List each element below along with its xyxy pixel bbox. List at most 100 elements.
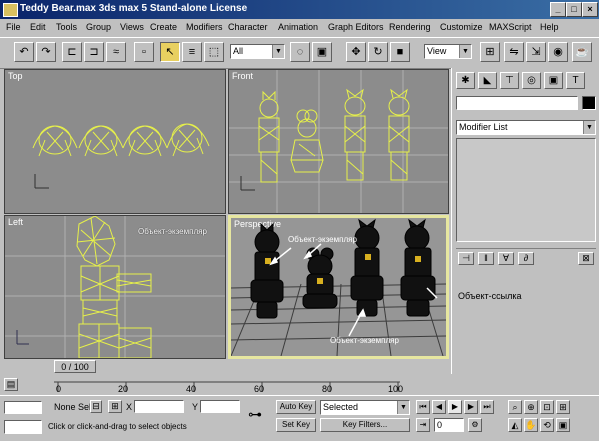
object-color-swatch[interactable] bbox=[582, 96, 596, 110]
pin-stack-icon[interactable]: ⊣ bbox=[458, 252, 474, 265]
undo-icon[interactable]: ↶ bbox=[14, 42, 34, 62]
scale-icon[interactable]: ■ bbox=[390, 42, 410, 62]
menu-create[interactable]: Create bbox=[150, 22, 177, 32]
x-label: X bbox=[126, 402, 133, 412]
current-frame-field[interactable]: 0 bbox=[434, 418, 464, 432]
hierarchy-tab-icon[interactable]: ⊤ bbox=[500, 72, 519, 89]
time-slider-thumb[interactable]: 0 / 100 bbox=[54, 360, 96, 373]
prev-frame-icon[interactable]: ◀ bbox=[432, 400, 446, 414]
current-frame-value: 0 bbox=[437, 420, 443, 430]
app-icon bbox=[3, 3, 18, 17]
absolute-mode-icon[interactable]: ⊞ bbox=[108, 400, 122, 413]
play-icon[interactable]: ▶ bbox=[448, 400, 462, 414]
select-region-icon[interactable]: ◌ bbox=[290, 42, 310, 62]
menu-tools[interactable]: Tools bbox=[56, 22, 77, 32]
motion-tab-icon[interactable]: ◎ bbox=[522, 72, 541, 89]
window-title: Teddy Bear.max 3ds max 5 Stand-alone Lic… bbox=[20, 3, 248, 14]
close-button[interactable]: × bbox=[582, 2, 598, 17]
goto-start-icon[interactable]: ⏮ bbox=[416, 400, 430, 414]
object-name-field[interactable] bbox=[456, 96, 578, 110]
select-pointer-icon[interactable]: ↖ bbox=[160, 42, 180, 62]
zoom-extents-all-icon[interactable]: ⊞ bbox=[556, 400, 570, 414]
menu-bar: File Edit Tools Group Views Create Modif… bbox=[0, 19, 599, 36]
modify-tab-icon[interactable]: ◣ bbox=[478, 72, 497, 89]
render-teapot-icon[interactable]: ☕ bbox=[572, 42, 592, 62]
rectangular-selection-icon[interactable]: ⬚ bbox=[204, 42, 224, 62]
time-config-icon[interactable]: ⚙ bbox=[468, 418, 482, 432]
redo-icon[interactable]: ↷ bbox=[36, 42, 56, 62]
bear-wireframe-front-4 bbox=[388, 88, 410, 181]
viewport-top[interactable]: Top bbox=[4, 69, 226, 214]
auto-key-button[interactable]: Auto Key bbox=[276, 400, 316, 414]
selection-filter-dropdown[interactable]: All ▼ bbox=[230, 44, 285, 59]
menu-rendering[interactable]: Rendering bbox=[389, 22, 431, 32]
field-of-view-icon[interactable]: ◭ bbox=[508, 418, 522, 432]
menu-customize[interactable]: Customize bbox=[440, 22, 483, 32]
utilities-tab-icon[interactable]: T bbox=[566, 72, 585, 89]
menu-views[interactable]: Views bbox=[120, 22, 144, 32]
menu-animation[interactable]: Animation bbox=[278, 22, 318, 32]
align-icon[interactable]: ⇲ bbox=[526, 42, 546, 62]
menu-graph-editors[interactable]: Graph Editors bbox=[328, 22, 384, 32]
menu-group[interactable]: Group bbox=[86, 22, 111, 32]
modifier-list-dropdown[interactable]: Modifier List ▼ bbox=[456, 120, 596, 135]
rotate-icon[interactable]: ↻ bbox=[368, 42, 388, 62]
select-object-icon[interactable]: ▫ bbox=[134, 42, 154, 62]
tick-80: 80 bbox=[322, 384, 333, 394]
next-frame-icon[interactable]: ▶ bbox=[464, 400, 478, 414]
key-icon[interactable]: ⊶ bbox=[248, 406, 262, 423]
key-mode-toggle-icon[interactable]: ⇥ bbox=[416, 418, 430, 432]
menu-help[interactable]: Help bbox=[540, 22, 559, 32]
bear-wireframe-top-2 bbox=[78, 125, 124, 157]
menu-modifiers[interactable]: Modifiers bbox=[186, 22, 223, 32]
minimize-button[interactable]: _ bbox=[550, 2, 566, 17]
pivot-center-icon[interactable]: ⊞ bbox=[480, 42, 500, 62]
reference-coordinate-dropdown[interactable]: View ▼ bbox=[424, 44, 472, 59]
select-link-icon[interactable]: ⊏ bbox=[62, 42, 82, 62]
viewport-front[interactable]: Front bbox=[228, 69, 449, 214]
create-tab-icon[interactable]: ✱ bbox=[456, 72, 475, 89]
lock-selection-icon[interactable]: ⊟ bbox=[90, 400, 102, 413]
bear-shaded-4 bbox=[400, 218, 436, 317]
mini-curve-editor-icon[interactable]: ▤ bbox=[4, 378, 18, 391]
key-mode-dropdown[interactable]: Selected ▼ bbox=[320, 400, 410, 415]
modifier-stack[interactable] bbox=[456, 138, 596, 242]
maxscript-input[interactable] bbox=[4, 420, 42, 434]
material-editor-icon[interactable]: ◉ bbox=[548, 42, 568, 62]
move-icon[interactable]: ✥ bbox=[346, 42, 366, 62]
maximize-viewport-icon[interactable]: ▣ bbox=[556, 418, 570, 432]
command-panel: ✱ ◣ ⊤ ◎ ▣ T Modifier List ▼ ⊣ ‖ ∀ ∂ ⊠ Об… bbox=[451, 68, 599, 374]
menu-edit[interactable]: Edit bbox=[30, 22, 46, 32]
viewport-left[interactable]: Left bbox=[4, 215, 226, 359]
mirror-icon[interactable]: ⇋ bbox=[504, 42, 524, 62]
zoom-all-icon[interactable]: ⊕ bbox=[524, 400, 538, 414]
y-coordinate-field[interactable] bbox=[200, 400, 240, 413]
show-end-result-icon[interactable]: ‖ bbox=[478, 252, 494, 265]
tick-0: 0 bbox=[56, 384, 62, 394]
zoom-extents-icon[interactable]: ⊡ bbox=[540, 400, 554, 414]
menu-maxscript[interactable]: MAXScript bbox=[489, 22, 532, 32]
arc-rotate-icon[interactable]: ⟲ bbox=[540, 418, 554, 432]
tick-40: 40 bbox=[186, 384, 197, 394]
time-slider-track[interactable]: 0 / 100 bbox=[4, 360, 450, 374]
remove-modifier-icon[interactable]: ∂ bbox=[518, 252, 534, 265]
menu-character[interactable]: Character bbox=[228, 22, 268, 32]
select-by-name-icon[interactable]: ≡ bbox=[182, 42, 202, 62]
set-key-button[interactable]: Set Key bbox=[276, 418, 316, 432]
menu-file[interactable]: File bbox=[6, 22, 21, 32]
configure-sets-icon[interactable]: ⊠ bbox=[578, 252, 594, 265]
bind-space-warp-icon[interactable]: ≈ bbox=[106, 42, 126, 62]
key-filters-button[interactable]: Key Filters... bbox=[320, 418, 410, 432]
window-crossing-icon[interactable]: ▣ bbox=[312, 42, 332, 62]
unlink-icon[interactable]: ⊐ bbox=[84, 42, 104, 62]
x-coordinate-field[interactable] bbox=[134, 400, 184, 413]
maxscript-listener-mini[interactable] bbox=[4, 401, 42, 414]
maximize-button[interactable]: □ bbox=[566, 2, 582, 17]
make-unique-icon[interactable]: ∀ bbox=[498, 252, 514, 265]
chevron-down-icon: ▼ bbox=[272, 45, 284, 58]
pan-icon[interactable]: ✋ bbox=[524, 418, 538, 432]
zoom-icon[interactable]: ⌕ bbox=[508, 400, 522, 414]
goto-end-icon[interactable]: ⏭ bbox=[480, 400, 494, 414]
chevron-down-icon: ▼ bbox=[583, 121, 595, 134]
display-tab-icon[interactable]: ▣ bbox=[544, 72, 563, 89]
